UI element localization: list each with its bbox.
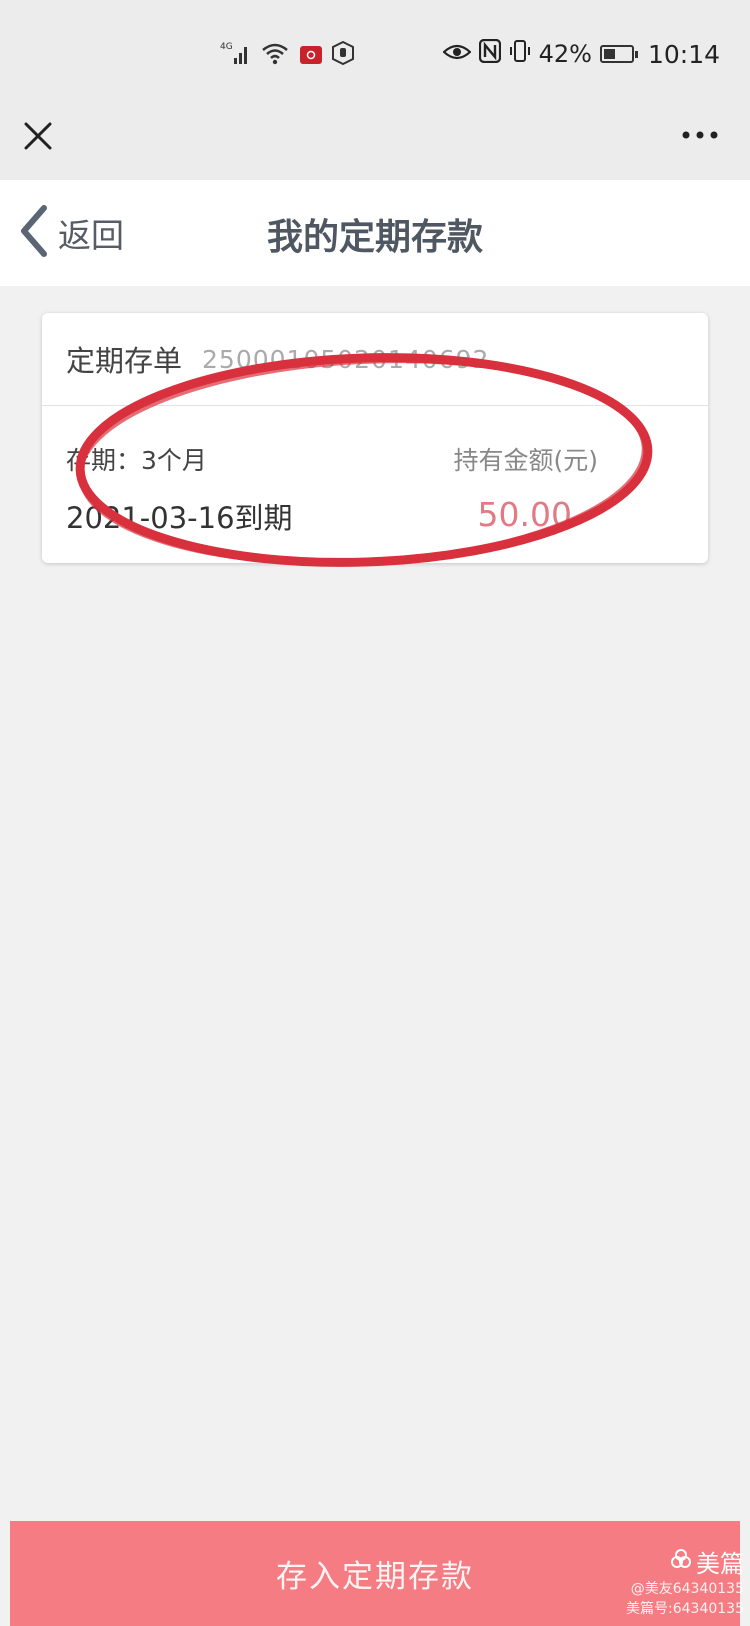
meipian-logo-icon — [670, 1548, 692, 1576]
deposit-row-labels: 存期：3个月 持有金额(元) — [66, 441, 684, 477]
app-notification-icon — [300, 46, 322, 64]
nfc-icon — [478, 38, 501, 69]
watermark-brand-text: 美篇 — [696, 1550, 744, 1578]
doc-number: 25000105020140692 — [202, 344, 490, 374]
status-left-icons: 4G — [220, 38, 354, 72]
wifi-icon — [260, 40, 290, 70]
deposit-term: 存期：3个月 — [66, 446, 207, 475]
close-icon[interactable] — [20, 118, 56, 154]
maturity-date: 2021-03-16到期 — [66, 501, 293, 535]
status-right-icons: 42% 10:14 — [441, 36, 720, 72]
watermark: 美篇 @美友64340135 美篇号:64340135 — [618, 1544, 744, 1624]
deposit-card[interactable]: 定期存单 25000105020140692 存期：3个月 持有金额(元) 20… — [42, 313, 708, 563]
status-bar: 4G 42% 10:14 — [0, 0, 750, 110]
webview-bar — [0, 110, 750, 180]
network-label: 4G — [220, 42, 233, 52]
more-icon[interactable] — [680, 120, 720, 150]
hand-icon — [332, 40, 354, 69]
watermark-id: 美篇号:64340135 — [626, 1601, 744, 1617]
doc-label: 定期存单 — [66, 344, 183, 378]
page-title: 我的定期存款 — [266, 217, 483, 258]
nav-bar: 返回 我的定期存款 — [0, 180, 750, 286]
deposit-row-values: 2021-03-16到期 50.00 — [66, 495, 684, 537]
eye-icon — [441, 40, 472, 68]
signal-icon: 4G — [220, 40, 250, 70]
clock: 10:14 — [647, 39, 720, 69]
watermark-brand: 美篇 — [618, 1544, 744, 1579]
battery-level — [603, 49, 615, 59]
battery-icon — [599, 45, 638, 63]
watermark-user: @美友64340135 — [630, 1581, 744, 1597]
vibrate-icon — [509, 39, 531, 69]
holding-amount: 50.00 — [477, 495, 572, 534]
battery-percent: 42% — [538, 40, 592, 68]
amount-label: 持有金额(元) — [453, 446, 598, 475]
deposit-card-header: 定期存单 25000105020140692 — [42, 313, 708, 406]
